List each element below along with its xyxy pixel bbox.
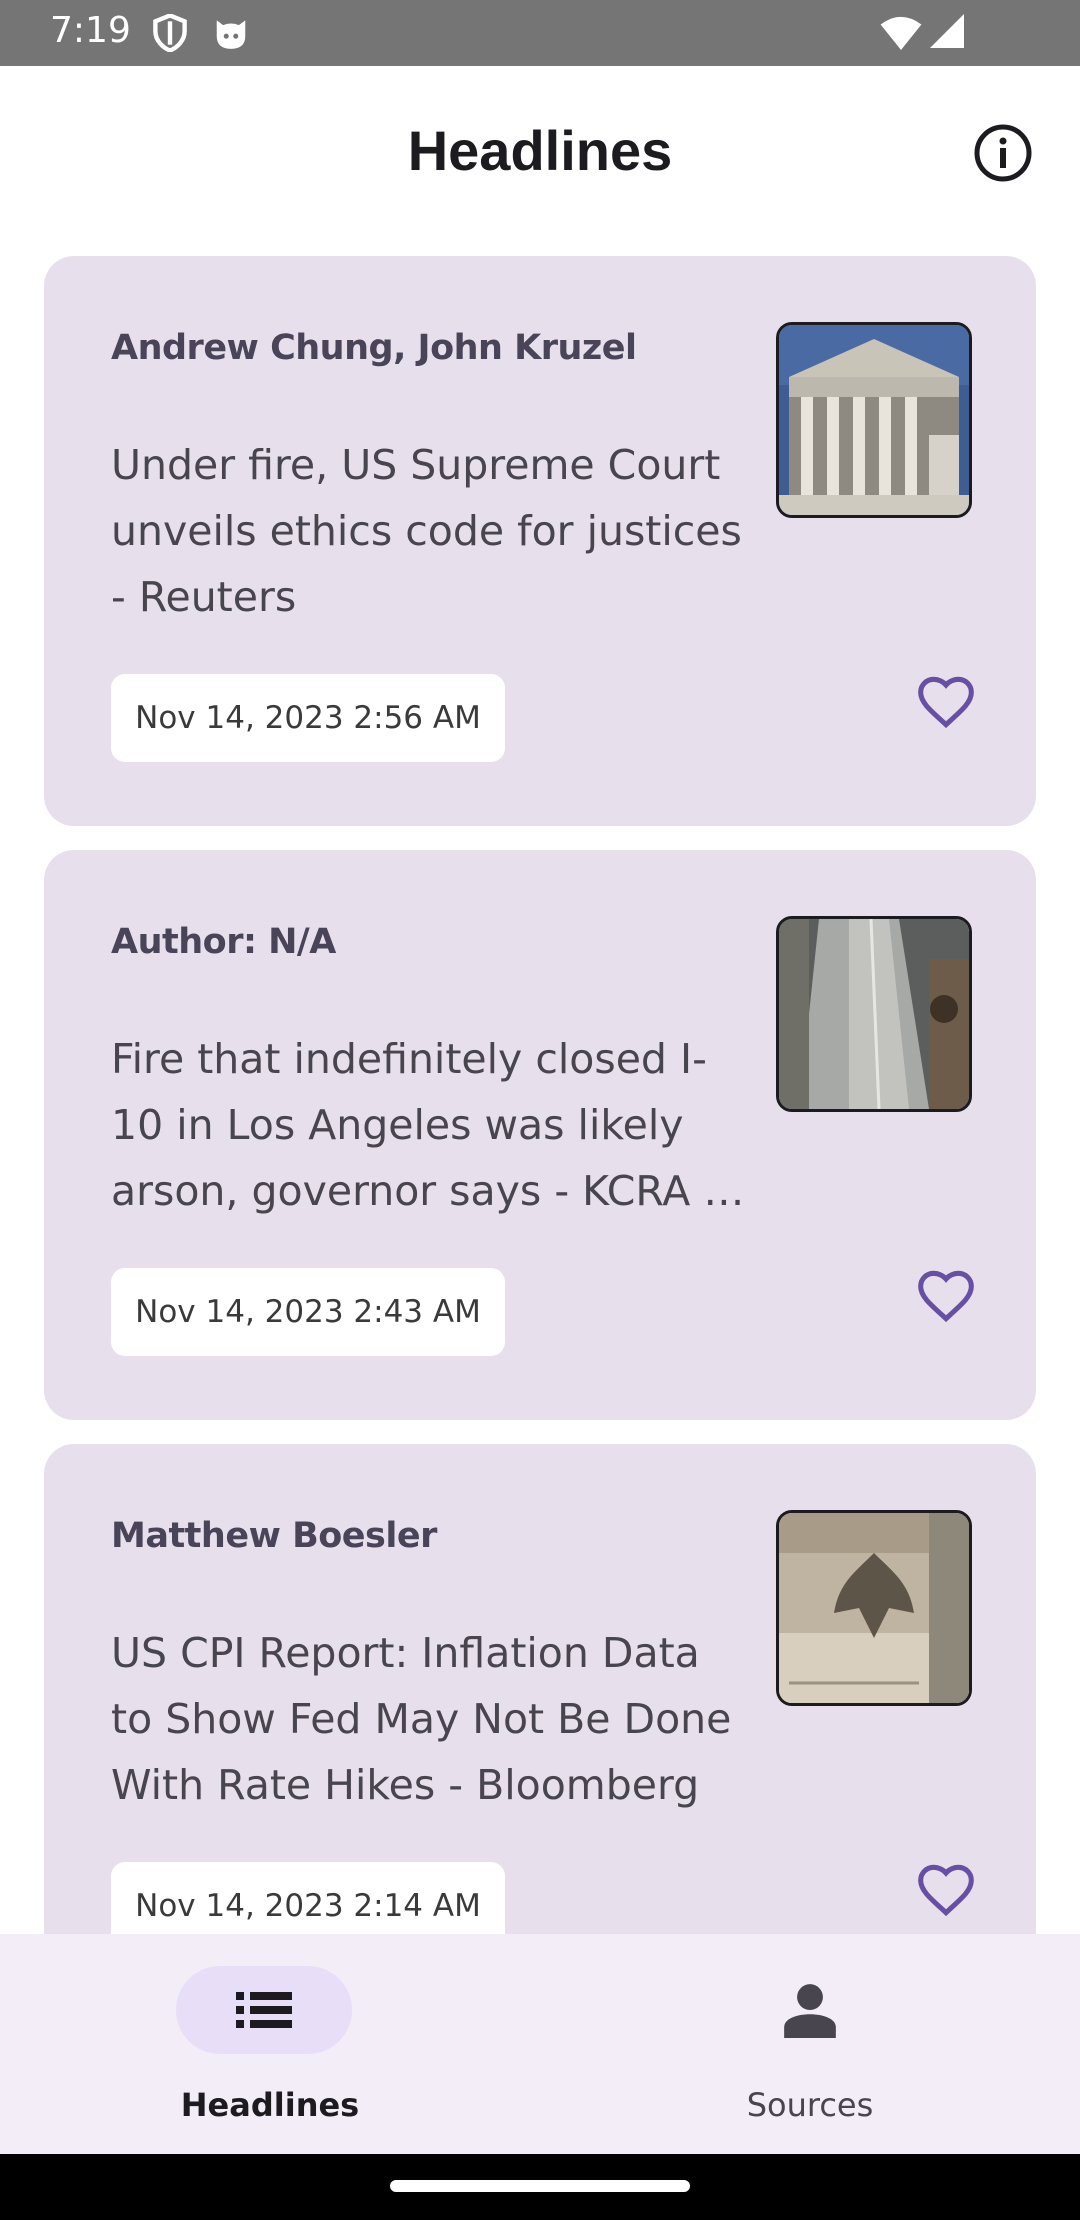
page-title: Headlines [407, 119, 673, 182]
nav-item-sources[interactable]: Sources [540, 1934, 1080, 2154]
heart-outline-icon[interactable] [914, 1264, 978, 1328]
headlines-feed[interactable]: Andrew Chung, John Kruzel Under fire, US… [0, 246, 1080, 1934]
top-app-bar: Headlines [0, 66, 1080, 246]
cat-face-icon [212, 14, 250, 57]
article-author: Matthew Boesler [111, 1516, 437, 1556]
info-icon[interactable] [972, 122, 1034, 184]
article-thumbnail [776, 916, 972, 1112]
article-author: Author: N/A [111, 922, 336, 962]
article-date-chip: Nov 14, 2023 2:43 AM [111, 1268, 505, 1356]
article-date-chip: Nov 14, 2023 2:14 AM [111, 1862, 505, 1934]
article-thumbnail [776, 1510, 972, 1706]
cellular-signal-icon [930, 14, 964, 53]
article-headline: Fire that indefinitely closed I-10 in Lo… [111, 1035, 745, 1215]
nav-label-headlines: Headlines [180, 2086, 360, 2124]
bottom-navigation: Headlines Sources [0, 1934, 1080, 2154]
system-gesture-bar [0, 2154, 1080, 2220]
article-headline: US CPI Report: Inflation Data to Show Fe… [111, 1629, 732, 1809]
heart-outline-icon[interactable] [914, 670, 978, 734]
wifi-icon [880, 16, 922, 55]
status-bar: 7:19 [0, 0, 1080, 66]
home-gesture-handle[interactable] [390, 2180, 690, 2192]
heart-outline-icon[interactable] [914, 1858, 978, 1922]
nav-label-sources: Sources [746, 2086, 874, 2124]
list-icon [236, 1986, 292, 2039]
shield-icon [152, 13, 188, 57]
nav-item-headlines[interactable]: Headlines [0, 1934, 540, 2154]
article-date-chip: Nov 14, 2023 2:56 AM [111, 674, 505, 762]
person-icon [784, 1982, 836, 2043]
article-thumbnail [776, 322, 972, 518]
article-author: Andrew Chung, John Kruzel [111, 328, 637, 368]
article-card[interactable]: Author: N/A Fire that indefinitely close… [44, 850, 1036, 1420]
article-card[interactable]: Matthew Boesler US CPI Report: Inflation… [44, 1444, 1036, 1934]
article-headline: Under fire, US Supreme Court unveils eth… [111, 441, 742, 621]
article-card[interactable]: Andrew Chung, John Kruzel Under fire, US… [44, 256, 1036, 826]
status-time: 7:19 [50, 10, 131, 51]
